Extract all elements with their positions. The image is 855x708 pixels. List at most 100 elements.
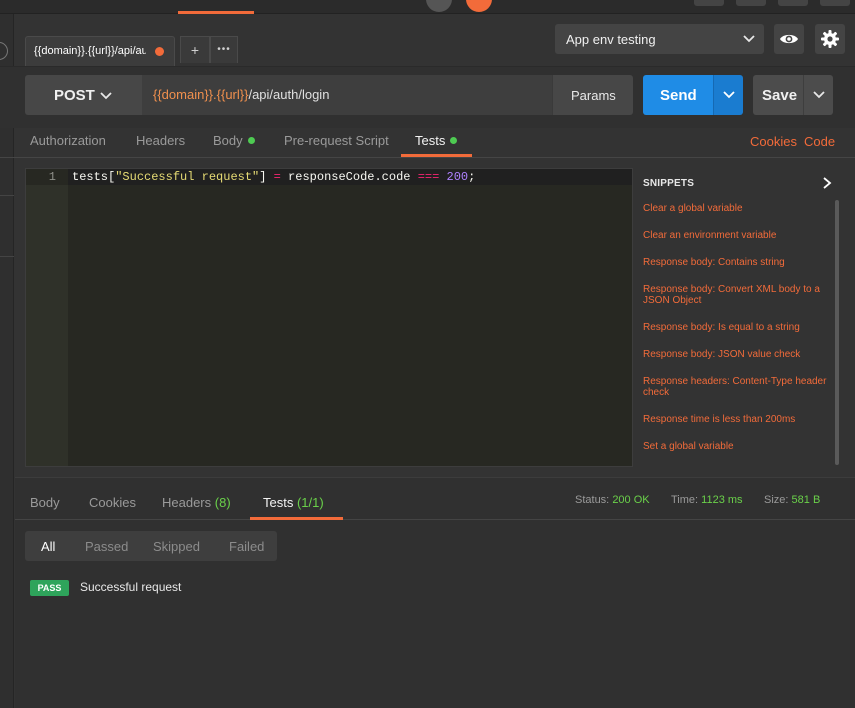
response-tab-tests[interactable]: Tests (1/1) (263, 495, 324, 510)
save-label: Save (762, 87, 798, 104)
toolbar-button[interactable] (820, 0, 850, 6)
code-line[interactable]: tests["Successful request"] = responseCo… (72, 170, 475, 184)
snippet-item[interactable]: Response body: JSON value check (643, 349, 831, 360)
environment-quick-look-button[interactable] (774, 24, 804, 54)
manage-environments-button[interactable] (815, 24, 845, 54)
params-label: Params (571, 88, 616, 103)
send-options-button[interactable] (713, 75, 743, 115)
eye-icon (780, 34, 798, 44)
code-token: ] (259, 170, 274, 184)
method-select[interactable]: POST (25, 75, 142, 115)
snippet-item[interactable]: Clear a global variable (643, 203, 831, 214)
code-token: tests[ (72, 170, 116, 184)
snippet-item[interactable]: Clear an environment variable (643, 230, 831, 241)
snippets-scrollbar[interactable] (835, 200, 839, 465)
size-value: 581 B (791, 494, 821, 506)
new-tab-button[interactable]: + (180, 36, 210, 63)
tab-authorization[interactable]: Authorization (30, 133, 106, 148)
code-token: 200 (446, 170, 469, 184)
save-options-button[interactable] (803, 75, 833, 115)
size-label: Size: (764, 494, 789, 506)
sync-status-icon[interactable] (426, 0, 452, 12)
send-button[interactable]: Send (643, 75, 713, 115)
code-link[interactable]: Code (804, 134, 835, 149)
chevron-down-icon (742, 31, 756, 50)
request-tab[interactable]: {{domain}}.{{url}}/api/auth/login (25, 36, 175, 66)
tests-count: (1/1) (296, 495, 324, 510)
tab-tests-label: Tests (415, 133, 446, 148)
code-token: responseCode.code (280, 170, 418, 184)
snippets-heading: SNIPPETS (643, 178, 695, 189)
cookies-link[interactable]: Cookies (750, 134, 797, 149)
tab-headers[interactable]: Headers (136, 133, 185, 148)
chevron-down-icon (99, 88, 113, 107)
unsaved-dot-icon (155, 47, 164, 56)
url-input[interactable]: {{domain}}.{{url}}/api/auth/login (142, 75, 552, 115)
filter-skipped[interactable]: Skipped (153, 539, 200, 554)
tests-editor[interactable]: 1 tests["Successful request"] = response… (25, 168, 633, 467)
snippet-item[interactable]: Response time is less than 200ms (643, 414, 831, 425)
method-label: POST (54, 87, 95, 104)
gear-icon (821, 30, 839, 48)
chevron-right-icon (823, 177, 832, 189)
divider (0, 195, 14, 196)
toolbar-button[interactable] (778, 0, 808, 6)
snippets-list: Clear a global variable Clear an environm… (643, 203, 831, 468)
chevron-down-icon (723, 91, 735, 99)
response-tab-body[interactable]: Body (30, 495, 60, 510)
snippet-item[interactable]: Response body: Convert XML body to a JSO… (643, 284, 831, 306)
headers-count: (8) (214, 495, 231, 510)
sidebar-button[interactable] (0, 42, 8, 60)
chevron-down-icon (813, 91, 825, 99)
response-panel: Body Cookies Headers (8) Tests (1/1) Sta… (15, 477, 855, 708)
toolbar-button[interactable] (736, 0, 766, 6)
send-label: Send (660, 87, 697, 104)
toolbar-button[interactable] (694, 0, 724, 6)
request-tab-label: {{domain}}.{{url}}/api/auth/login (34, 45, 146, 57)
snippet-item[interactable]: Response headers: Content-Type header ch… (643, 376, 831, 398)
test-result-name: Successful request (80, 580, 182, 594)
line-number: 1 (48, 170, 56, 184)
response-tabs: Body Cookies Headers (8) Tests (1/1) Sta… (15, 478, 855, 520)
url-variable: {{domain}} (153, 87, 214, 102)
tab-options-button[interactable]: ••• (210, 36, 238, 63)
tab-tests[interactable]: Tests (415, 133, 458, 148)
has-content-dot-icon (247, 137, 255, 144)
pass-badge: PASS (30, 580, 69, 596)
tab-body-label: Body (213, 133, 243, 148)
tab-body[interactable]: Body (213, 133, 255, 148)
filter-failed[interactable]: Failed (229, 539, 264, 554)
response-tab-headers[interactable]: Headers (8) (162, 495, 231, 510)
active-tab-underline (250, 517, 343, 520)
url-variable: {{url}} (216, 87, 249, 102)
time-label: Time: (671, 494, 699, 506)
request-tabs: Authorization Headers Body Pre-request S… (0, 128, 855, 158)
environment-select[interactable]: App env testing (555, 24, 764, 54)
time-value: 1123 ms (701, 494, 743, 506)
notification-icon[interactable] (466, 0, 492, 12)
filter-all[interactable]: All (41, 539, 55, 554)
response-tab-cookies[interactable]: Cookies (89, 495, 136, 510)
tab-pre-request-script[interactable]: Pre-request Script (284, 133, 389, 148)
response-size: Size: 581 B (764, 494, 820, 506)
snippet-item[interactable]: Response body: Is equal to a string (643, 322, 831, 333)
filter-passed[interactable]: Passed (85, 539, 128, 554)
status-label: Status: (575, 494, 610, 506)
response-tab-tests-label: Tests (263, 495, 294, 510)
snippet-item[interactable]: Set a global variable (643, 441, 831, 452)
save-button[interactable]: Save (753, 75, 803, 115)
url-text: {{domain}}.{{url}}/api/auth/login (153, 87, 329, 102)
params-button[interactable]: Params (552, 75, 633, 115)
url-path: /api/auth/login (248, 87, 330, 102)
code-token: "Successful request" (115, 170, 260, 184)
has-content-dot-icon (450, 137, 458, 144)
snippet-item[interactable]: Response body: Contains string (643, 257, 831, 268)
environment-selected: App env testing (566, 32, 656, 47)
editor-gutter (26, 169, 68, 466)
response-tab-headers-label: Headers (162, 495, 212, 510)
collapse-snippets-button[interactable] (821, 176, 833, 195)
code-token: === (417, 170, 440, 184)
active-tab-underline (401, 154, 472, 157)
status-value: 200 OK (612, 494, 650, 506)
